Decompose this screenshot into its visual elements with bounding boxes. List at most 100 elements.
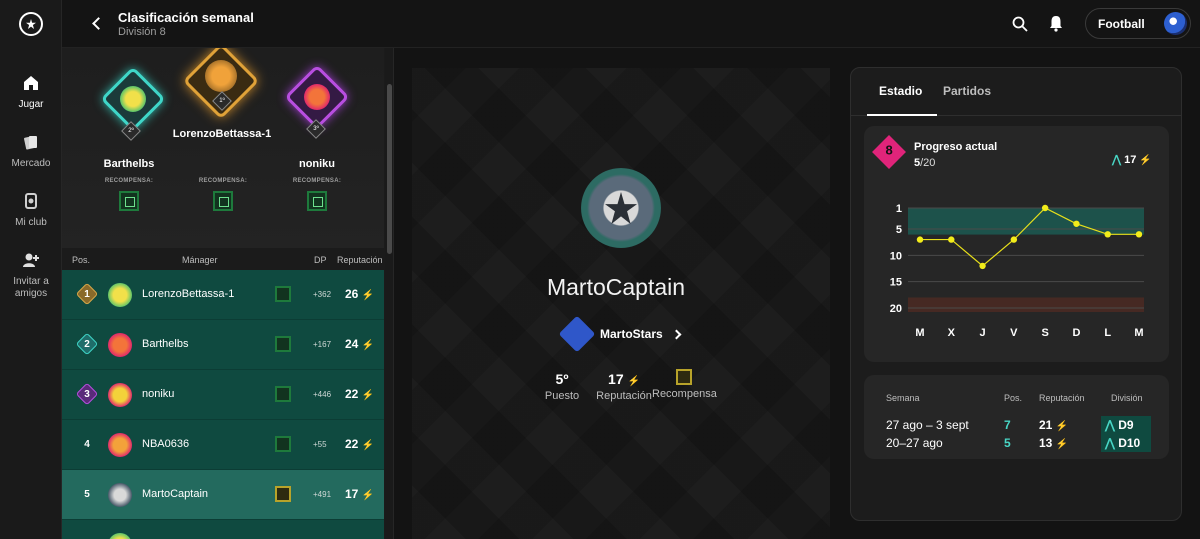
col-rep: Reputación bbox=[337, 255, 383, 265]
relegation-zone bbox=[908, 297, 1144, 312]
nav-label-jugar: Jugar bbox=[18, 99, 44, 110]
dp-value: +55 bbox=[313, 440, 327, 449]
history-col-week: Semana bbox=[886, 393, 920, 403]
col-pos: Pos. bbox=[72, 255, 91, 265]
bolt-icon: ⚡ bbox=[361, 340, 375, 351]
scrollbar-thumb[interactable] bbox=[387, 84, 392, 254]
manager-name: LorenzoBettassa-1 bbox=[142, 288, 235, 300]
promote-arrow-icon: ⋀ bbox=[1105, 418, 1115, 432]
dp-value: +446 bbox=[313, 390, 332, 399]
page-subtitle: División 8 bbox=[118, 26, 166, 38]
history-col-pos: Pos. bbox=[1004, 393, 1023, 403]
nav-item-mi-club[interactable]: Mi club bbox=[0, 192, 62, 228]
account-avatar bbox=[1164, 12, 1187, 35]
nav-item-mercado[interactable]: Mercado bbox=[0, 133, 62, 169]
app-logo[interactable] bbox=[19, 12, 43, 36]
avatar bbox=[108, 283, 132, 307]
stats-panel: Estadio Partidos 8 Progreso actual 5/20 … bbox=[850, 67, 1182, 521]
x-tick-label: M bbox=[1134, 327, 1143, 339]
star-icon bbox=[26, 19, 36, 29]
tab-estadio[interactable]: Estadio bbox=[879, 84, 922, 98]
podium-third-name: noniku bbox=[298, 158, 336, 170]
x-tick-label: J bbox=[980, 327, 986, 339]
search-icon[interactable] bbox=[1012, 16, 1028, 32]
tab-partidos[interactable]: Partidos bbox=[943, 84, 991, 98]
avatar bbox=[108, 333, 132, 357]
progress-rep: ⋀ 17 ⚡ bbox=[1112, 154, 1152, 166]
division-badge-icon: 8 bbox=[872, 135, 906, 169]
star-icon bbox=[605, 192, 637, 224]
rep-value: 22 ⚡ bbox=[345, 387, 375, 401]
data-point bbox=[1010, 236, 1018, 243]
leaderboard-scrollbar[interactable] bbox=[385, 48, 393, 539]
podium-first-avatar bbox=[205, 60, 237, 92]
row-position: 2 bbox=[75, 332, 99, 356]
avatar bbox=[108, 433, 132, 457]
chevron-left-icon bbox=[91, 16, 105, 30]
table-row[interactable]: 1 LorenzoBettassa-1 +362 26 ⚡ bbox=[62, 270, 384, 320]
x-tick-label: S bbox=[1041, 327, 1048, 339]
club-name: MartoStars bbox=[600, 327, 663, 341]
bolt-icon: ⚡ bbox=[1055, 421, 1069, 432]
table-row[interactable]: 4 NBA0636 +55 22 ⚡ bbox=[62, 420, 384, 470]
nav-label-mi-club: Mi club bbox=[15, 217, 47, 228]
rep-value: 24 ⚡ bbox=[345, 337, 375, 351]
history-card: Semana Pos. Reputación División 27 ago –… bbox=[864, 375, 1169, 459]
data-point bbox=[948, 236, 955, 243]
podium-first-reward-label: RECOMPENSA: bbox=[198, 178, 248, 184]
nav-item-jugar[interactable]: Jugar bbox=[0, 74, 62, 110]
table-row[interactable]: 3 noniku +446 22 ⚡ bbox=[62, 370, 384, 420]
profile-name: MartoCaptain bbox=[546, 274, 686, 300]
x-tick-label: M bbox=[915, 327, 924, 339]
club-link[interactable]: MartoStars bbox=[558, 315, 682, 353]
bell-icon[interactable] bbox=[1048, 15, 1064, 32]
stat-puesto-label: Puesto bbox=[544, 390, 580, 402]
cards-icon bbox=[24, 136, 37, 150]
reward-icon bbox=[275, 286, 291, 302]
table-row-current-user[interactable]: 5 MartoCaptain +491 17 ⚡ bbox=[62, 470, 384, 520]
tab-bar: Estadio Partidos bbox=[851, 68, 1181, 116]
data-point bbox=[1073, 220, 1080, 227]
bolt-icon: ⚡ bbox=[1055, 439, 1069, 450]
data-point bbox=[1135, 231, 1143, 238]
progress-value: 5/20 bbox=[914, 157, 936, 169]
table-row[interactable]: 2 Barthelbs +167 24 ⚡ bbox=[62, 320, 384, 370]
podium-second-avatar bbox=[120, 86, 146, 112]
col-manager: Mánager bbox=[182, 255, 218, 265]
history-pos: 7 bbox=[1004, 418, 1011, 432]
app-root: Jugar Mercado Mi club Invitar a amigos C… bbox=[0, 0, 1200, 539]
history-rep: 21 ⚡ bbox=[1039, 418, 1069, 432]
podium-first-name: LorenzoBettassa-1 bbox=[172, 128, 272, 140]
stat-puesto: 5º Puesto bbox=[542, 371, 582, 402]
y-tick-label: 5 bbox=[896, 224, 902, 236]
table-row[interactable] bbox=[62, 520, 384, 539]
history-col-rep: Reputación bbox=[1039, 393, 1085, 403]
history-division-badge: ⋀ D9 bbox=[1101, 416, 1151, 434]
account-switch-button[interactable]: Football bbox=[1085, 8, 1191, 39]
x-tick-label: L bbox=[1104, 327, 1111, 339]
club-icon bbox=[25, 193, 37, 209]
bolt-icon: ⚡ bbox=[361, 490, 375, 501]
dp-value: +491 bbox=[313, 490, 332, 499]
nav-item-invitar[interactable]: Invitar a amigos bbox=[0, 251, 62, 300]
podium: 2º Barthelbs RECOMPENSA: 1º LorenzoBetta… bbox=[62, 48, 384, 248]
back-button[interactable] bbox=[86, 13, 106, 33]
leaderboard-panel: 2º Barthelbs RECOMPENSA: 1º LorenzoBetta… bbox=[62, 48, 394, 539]
podium-third-avatar bbox=[304, 84, 330, 110]
active-tab-indicator bbox=[867, 114, 937, 116]
bolt-icon: ⚡ bbox=[361, 440, 375, 451]
x-tick-label: V bbox=[1010, 327, 1018, 339]
podium-third-reward-label: RECOMPENSA: bbox=[292, 178, 342, 184]
row-position: 5 bbox=[84, 488, 90, 500]
promotion-zone bbox=[908, 208, 1144, 235]
dp-value: +167 bbox=[313, 340, 332, 349]
position-chart: 15101520M X J V S D L M bbox=[890, 203, 1144, 339]
reward-icon bbox=[676, 369, 692, 385]
rep-value: 22 ⚡ bbox=[345, 437, 375, 451]
avatar bbox=[108, 533, 132, 539]
reward-icon bbox=[275, 336, 291, 352]
data-point bbox=[979, 262, 986, 270]
nav-label-mercado: Mercado bbox=[11, 158, 51, 169]
stat-reward-label: Recompensa bbox=[652, 388, 717, 400]
row-position: 1 bbox=[75, 282, 99, 306]
